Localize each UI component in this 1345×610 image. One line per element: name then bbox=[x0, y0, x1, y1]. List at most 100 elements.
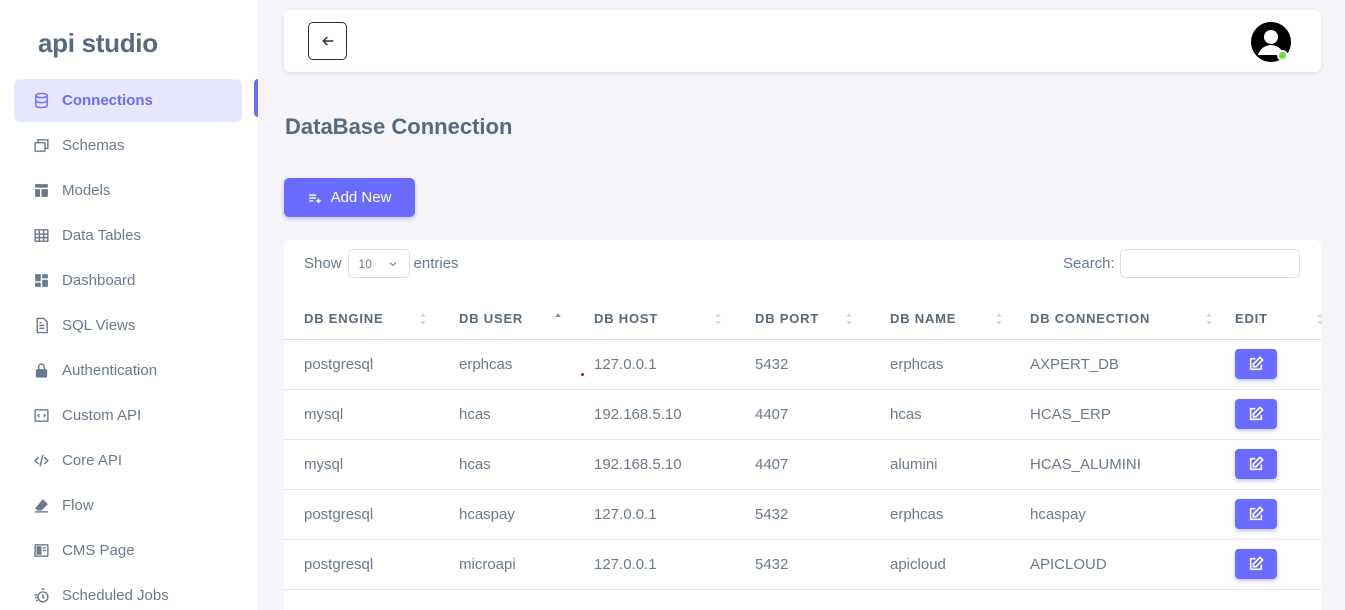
cell-db-name: alumini bbox=[870, 439, 1010, 490]
sidebar-item-custom-api[interactable]: Custom API bbox=[14, 394, 242, 437]
brand-logo[interactable]: api studio bbox=[38, 28, 158, 59]
table-icon bbox=[32, 227, 50, 245]
sidebar-item-cms-page[interactable]: CMS Page bbox=[14, 529, 242, 572]
cell-db-host: 192.168.5.10 bbox=[574, 439, 735, 490]
cell-db-engine: postgresql bbox=[284, 489, 439, 540]
sidebar-item-schemas[interactable]: Schemas bbox=[14, 124, 242, 167]
column-header-label: EDIT bbox=[1235, 311, 1268, 327]
cell-db-user: hcas bbox=[439, 389, 574, 440]
sidebar-item-data-tables[interactable]: Data Tables bbox=[14, 214, 242, 257]
column-header-label: DB HOST bbox=[594, 311, 659, 327]
edit-button[interactable] bbox=[1235, 549, 1277, 579]
sidebar-item-label: Scheduled Jobs bbox=[62, 587, 169, 604]
entries-label: entries bbox=[413, 255, 459, 272]
column-header-label: DB NAME bbox=[890, 311, 957, 327]
column-header-db-user[interactable]: DB USER bbox=[439, 299, 574, 340]
dashboard-icon bbox=[32, 272, 50, 290]
sidebar-menu: Connections Schemas Models Data Tables D… bbox=[14, 79, 242, 610]
cell-db-engine: mysql bbox=[284, 439, 439, 490]
table-row: mysql hcas 192.168.5.10 4407 alumini HCAS_ALU… bbox=[284, 439, 1321, 490]
cell-db-name: erphcas bbox=[870, 489, 1010, 540]
cell-db-port: 5432 bbox=[735, 339, 870, 390]
sidebar-item-flow[interactable]: Flow bbox=[14, 484, 242, 527]
search-input[interactable] bbox=[1119, 249, 1300, 278]
cell-db-engine: postgresql bbox=[284, 539, 439, 590]
search-label: Search: bbox=[1063, 255, 1115, 272]
cell-db-name: hcas bbox=[870, 389, 1010, 440]
column-header-label: DB CONNECTION bbox=[1030, 311, 1151, 327]
cell-db-engine: postgresql bbox=[284, 339, 439, 390]
column-header-db-host[interactable]: DB HOST bbox=[574, 299, 735, 340]
cell-db-connection: HCAS_ALUMINI bbox=[1010, 439, 1215, 490]
edit-icon bbox=[1249, 456, 1264, 471]
cell-db-name: erphcas bbox=[870, 339, 1010, 390]
sidebar-item-label: Custom API bbox=[62, 407, 142, 424]
sidebar-item-label: Connections bbox=[62, 92, 153, 109]
online-status-dot bbox=[1277, 50, 1288, 61]
sidebar-item-models[interactable]: Models bbox=[14, 169, 242, 212]
book-icon bbox=[32, 542, 50, 560]
connections-card: Show 10 entries Search: DB ENGINE DB USER… bbox=[284, 240, 1323, 610]
table-row: postgresql erphcas 127.0.0.1 5432 erphcas AXP… bbox=[284, 339, 1321, 390]
sidebar-item-authentication[interactable]: Authentication bbox=[14, 349, 242, 392]
sidebar-item-label: SQL Views bbox=[62, 317, 136, 334]
cell-db-connection: AXPERT_DB bbox=[1010, 339, 1215, 390]
file-icon bbox=[32, 317, 50, 335]
column-header-db-name[interactable]: DB NAME bbox=[870, 299, 1010, 340]
cell-db-host: 192.168.5.10 bbox=[574, 389, 735, 440]
cursor-marker bbox=[581, 373, 584, 376]
cell-db-connection: APICLOUD bbox=[1010, 539, 1215, 590]
cell-edit bbox=[1215, 339, 1321, 390]
page-size-control: Show 10 entries bbox=[304, 249, 459, 278]
cell-db-port: 5432 bbox=[735, 539, 870, 590]
arrow-left-icon bbox=[321, 36, 333, 46]
sort-arrows-icon bbox=[1206, 313, 1212, 325]
show-label: Show bbox=[304, 255, 342, 272]
table-body: postgresql erphcas 127.0.0.1 5432 erphcas AXP… bbox=[284, 339, 1321, 590]
edit-button[interactable] bbox=[1235, 499, 1277, 529]
sidebar-item-label: Core API bbox=[62, 452, 123, 469]
cell-db-user: microapi bbox=[439, 539, 574, 590]
sidebar-item-core-api[interactable]: Core API bbox=[14, 439, 242, 482]
column-header-db-port[interactable]: DB PORT bbox=[735, 299, 870, 340]
edit-button[interactable] bbox=[1235, 399, 1277, 429]
table-row: postgresql microapi 127.0.0.1 5432 apicloud A… bbox=[284, 539, 1321, 590]
cell-db-port: 5432 bbox=[735, 489, 870, 540]
page-size-select[interactable]: 10 bbox=[347, 249, 410, 278]
edit-button[interactable] bbox=[1235, 449, 1277, 479]
cell-db-user: erphcas bbox=[439, 339, 574, 390]
sidebar-item-label: Authentication bbox=[62, 362, 158, 379]
column-header-db-connection[interactable]: DB CONNECTION bbox=[1010, 299, 1215, 340]
sidebar-item-connections[interactable]: Connections bbox=[14, 79, 242, 122]
active-indicator bbox=[254, 79, 258, 117]
column-header-label: DB USER bbox=[459, 311, 524, 327]
column-header-edit[interactable]: EDIT bbox=[1215, 299, 1323, 340]
cell-db-port: 4407 bbox=[735, 389, 870, 440]
add-new-button[interactable]: Add New bbox=[284, 178, 415, 217]
eraser-icon bbox=[32, 497, 50, 515]
sidebar-item-label: Models bbox=[62, 182, 111, 199]
sidebar-item-dashboard[interactable]: Dashboard bbox=[14, 259, 242, 302]
sidebar-item-label: Dashboard bbox=[62, 272, 136, 289]
edit-icon bbox=[1249, 406, 1264, 421]
add-new-label: Add New bbox=[330, 189, 392, 206]
cell-edit bbox=[1215, 389, 1321, 440]
code-icon bbox=[32, 452, 50, 470]
back-button[interactable] bbox=[308, 22, 347, 60]
edit-icon bbox=[1249, 356, 1264, 371]
column-header-db-engine[interactable]: DB ENGINE bbox=[284, 299, 439, 340]
edit-button[interactable] bbox=[1235, 349, 1277, 379]
connections-table: DB ENGINE DB USER DB HOST DB PORT DB NAME DB … bbox=[284, 299, 1323, 590]
sidebar-item-label: Schemas bbox=[62, 137, 125, 154]
sidebar-item-sql-views[interactable]: SQL Views bbox=[14, 304, 242, 347]
database-icon bbox=[32, 92, 50, 110]
cell-db-name: apicloud bbox=[870, 539, 1010, 590]
sidebar-item-scheduled-jobs[interactable]: Scheduled Jobs bbox=[14, 574, 242, 610]
column-header-label: DB PORT bbox=[755, 311, 820, 327]
cell-edit bbox=[1215, 539, 1321, 590]
search-control: Search: bbox=[1063, 249, 1300, 278]
code-box-icon bbox=[32, 407, 50, 425]
chevron-down-icon bbox=[389, 262, 396, 267]
cell-edit bbox=[1215, 439, 1321, 490]
sort-arrows-icon bbox=[846, 313, 852, 325]
